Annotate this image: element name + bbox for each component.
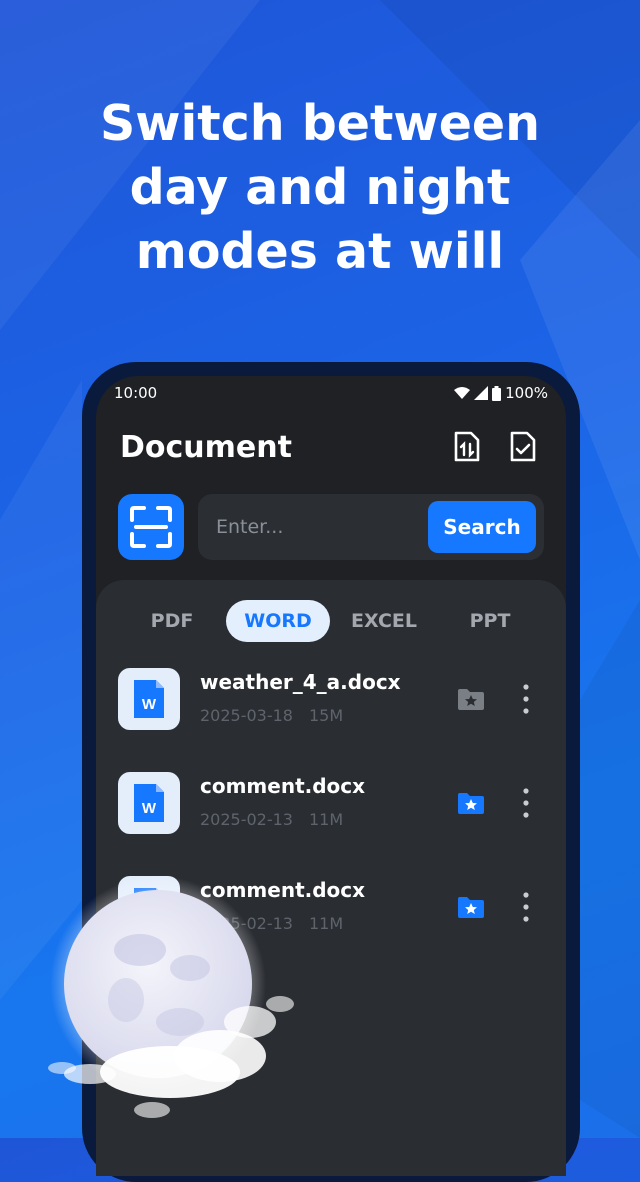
scan-icon bbox=[130, 506, 172, 548]
headline-line-1: Switch between bbox=[99, 95, 541, 152]
word-file-icon: W bbox=[118, 772, 180, 834]
scan-button[interactable] bbox=[118, 494, 184, 560]
favorite-folder-icon[interactable] bbox=[456, 788, 486, 818]
file-meta: 2025-02-13 11M bbox=[200, 914, 343, 933]
favorite-folder-icon[interactable] bbox=[456, 892, 486, 922]
file-row[interactable]: W comment.docx 2025-02-13 11M bbox=[96, 876, 566, 960]
battery-level: 100% bbox=[505, 384, 548, 402]
search-box: Enter... Search bbox=[198, 494, 544, 560]
tab-excel[interactable]: EXCEL bbox=[342, 600, 426, 642]
file-date: 2025-02-13 bbox=[200, 914, 293, 933]
tab-ppt[interactable]: PPT bbox=[448, 600, 532, 642]
more-options-icon[interactable] bbox=[516, 786, 536, 820]
file-meta: 2025-02-13 11M bbox=[200, 810, 343, 829]
tab-pdf[interactable]: PDF bbox=[130, 600, 214, 642]
file-name: weather_4_a.docx bbox=[200, 670, 401, 694]
file-date: 2025-02-13 bbox=[200, 810, 293, 829]
battery-icon bbox=[492, 385, 502, 401]
svg-text:W: W bbox=[142, 696, 157, 713]
file-convert-icon[interactable] bbox=[452, 430, 482, 464]
wifi-icon bbox=[454, 387, 471, 399]
headline-line-3: modes at will bbox=[135, 223, 505, 280]
file-name: comment.docx bbox=[200, 878, 366, 902]
status-bar: 10:00 100% bbox=[114, 384, 548, 404]
file-size: 11M bbox=[308, 810, 344, 829]
headline-line-2: day and night bbox=[129, 159, 511, 216]
word-file-icon: W bbox=[118, 876, 180, 938]
file-meta: 2025-03-18 15M bbox=[200, 706, 343, 725]
more-options-icon[interactable] bbox=[516, 682, 536, 716]
file-size: 11M bbox=[308, 914, 344, 933]
file-row[interactable]: W comment.docx 2025-02-13 11M bbox=[96, 772, 566, 856]
search-input[interactable]: Enter... bbox=[216, 512, 416, 542]
word-file-icon: W bbox=[118, 668, 180, 730]
status-right: 100% bbox=[454, 384, 548, 402]
svg-text:W: W bbox=[142, 904, 157, 921]
phone-screen: 10:00 100% Document Enter... Search PDF bbox=[96, 376, 566, 1176]
tab-word[interactable]: WORD bbox=[226, 600, 330, 642]
file-check-icon[interactable] bbox=[508, 430, 538, 464]
signal-icon bbox=[474, 386, 489, 400]
search-button[interactable]: Search bbox=[428, 501, 536, 553]
file-row[interactable]: W weather_4_a.docx 2025-03-18 15M bbox=[96, 668, 566, 752]
favorite-folder-icon[interactable] bbox=[456, 684, 486, 714]
file-date: 2025-03-18 bbox=[200, 706, 293, 725]
headline: Switch between day and night modes at wi… bbox=[0, 92, 640, 284]
file-name: comment.docx bbox=[200, 774, 366, 798]
more-options-icon[interactable] bbox=[516, 890, 536, 924]
status-time: 10:00 bbox=[114, 384, 158, 402]
svg-text:W: W bbox=[142, 800, 157, 817]
file-panel: PDF WORD EXCEL PPT W weather_4_a.docx 20… bbox=[96, 580, 566, 1176]
file-size: 15M bbox=[308, 706, 344, 725]
page-title: Document bbox=[120, 430, 292, 465]
